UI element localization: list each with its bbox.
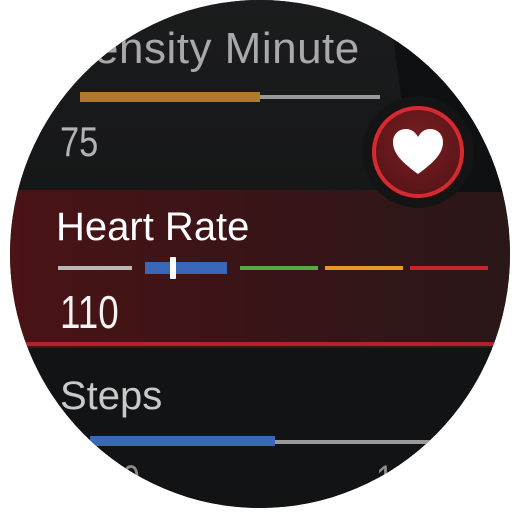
heart-icon	[393, 129, 443, 174]
heart-rate-title: Heart Rate	[56, 205, 250, 249]
steps-progress-fill	[90, 436, 275, 446]
heart-rate-value: 110	[60, 286, 119, 338]
hr-zone-4	[325, 266, 403, 270]
hr-zone-5	[410, 266, 488, 270]
heart-button-ring	[372, 106, 464, 198]
heart-rate-action-button[interactable]	[362, 96, 474, 208]
hr-current-marker	[170, 257, 176, 279]
hr-zone-1	[58, 266, 132, 270]
watch-face: ensity Minute 75 Heart Rate 110 Steps 0 …	[10, 0, 510, 508]
intensity-progress-fill	[80, 92, 260, 102]
steps-title: Steps	[60, 374, 163, 418]
steps-card[interactable]	[10, 348, 510, 508]
intensity-minutes-value: 75	[60, 118, 99, 165]
steps-left-value: 0	[122, 458, 140, 502]
hr-zone-3	[240, 266, 318, 270]
hr-zone-2	[145, 262, 227, 274]
heart-rate-card-underline	[10, 342, 510, 346]
steps-right-value: 10	[376, 458, 412, 502]
intensity-minutes-title: ensity Minute	[94, 24, 360, 73]
